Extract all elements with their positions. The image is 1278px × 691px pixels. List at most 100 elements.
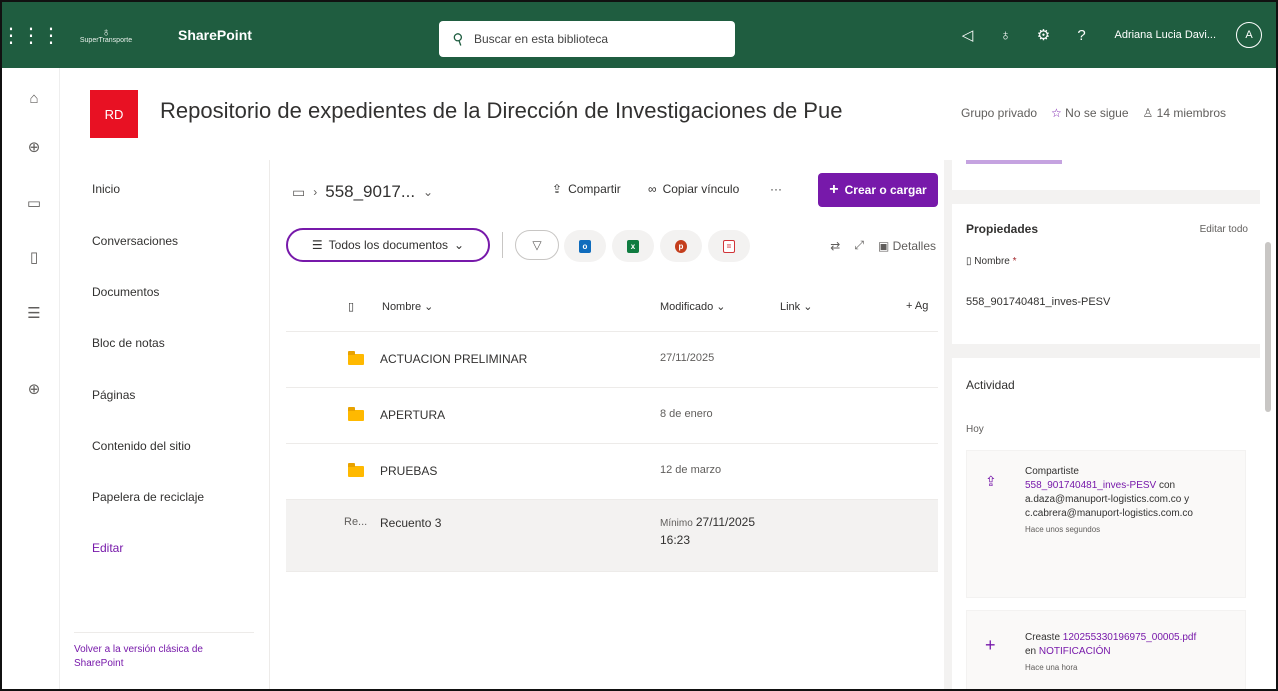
row-modified: Mínimo 27/11/2025 16:23 — [660, 514, 755, 549]
news-icon[interactable]: ▭ — [26, 194, 42, 212]
properties-title: Propiedades — [966, 222, 1039, 236]
scrollbar-thumb[interactable] — [1265, 242, 1271, 412]
suite-bar: ⋮⋮⋮ ♁ SuperTransporte SharePoint ⚲ Busca… — [2, 2, 1276, 68]
details-button[interactable]: ▣ Detalles — [878, 239, 936, 253]
file-list-header: ▯ Nombre ⌄ Modificado ⌄ Link ⌄ + Ag — [286, 284, 938, 332]
modified-date: 27/11/2025 — [695, 515, 756, 529]
info-panel-icon: ▣ — [877, 238, 890, 253]
modified-label: Mínimo — [660, 518, 693, 529]
avatar[interactable]: A — [1236, 22, 1262, 48]
activity-today-label: Hoy — [966, 424, 984, 435]
site-logo[interactable]: RD — [90, 90, 138, 138]
nav-item-inicio[interactable]: Inicio — [92, 182, 120, 196]
table-row[interactable]: PRUEBAS 12 de marzo — [286, 444, 938, 500]
search-icon: ⚲ — [450, 29, 467, 50]
details-label: Detalles — [892, 238, 936, 253]
file-icon[interactable]: ▯ — [26, 248, 42, 266]
chevron-down-icon[interactable]: ⌄ — [423, 185, 433, 199]
folder-icon — [348, 463, 364, 477]
row-name[interactable]: ACTUACION PRELIMINAR — [380, 352, 527, 366]
brand-symbol-icon: ♁ — [101, 24, 111, 39]
pdf-filter-chip[interactable]: = — [708, 230, 750, 262]
table-row-selected[interactable]: Re... Recuento 3 Mínimo 27/11/2025 16:23 — [286, 500, 938, 572]
column-name-label: Nombre — [382, 301, 422, 313]
activity-title: Actividad — [966, 378, 1015, 392]
plus-icon: + — [985, 635, 996, 655]
row-modified: 12 de marzo — [660, 464, 722, 476]
row-name[interactable]: APERTURA — [380, 408, 445, 422]
add-column-button[interactable]: + Ag — [906, 300, 928, 312]
help-icon[interactable]: ? — [1073, 27, 1091, 44]
row-name[interactable]: Recuento 3 — [380, 516, 441, 530]
expand-icon[interactable]: ⤢ — [854, 238, 864, 253]
view-tools: ⇄ ⤢ ▣ Detalles — [830, 238, 936, 253]
activity-file-link[interactable]: 558_901740481_inves-PESV — [1025, 480, 1156, 491]
file-type-icon[interactable]: ▯ — [348, 300, 354, 313]
breadcrumb: ▭ › 558_9017... ⌄ — [292, 182, 433, 202]
nav-item-contenido-del-sitio[interactable]: Contenido del sitio — [92, 439, 191, 453]
view-label: Todos los documentos — [328, 238, 449, 252]
activity-item: + Creaste 120255330196975_00005.pdf en N… — [966, 610, 1246, 689]
details-top-card — [952, 160, 1262, 190]
table-row[interactable]: ACTUACION PRELIMINAR 27/11/2025 — [286, 332, 938, 388]
accent-line — [966, 160, 1062, 164]
lightbulb-icon[interactable]: ♁ — [997, 27, 1015, 44]
nav-item-documentos[interactable]: Documentos — [92, 285, 159, 299]
activity-verb: Creaste — [1025, 632, 1061, 643]
filter-button[interactable]: ▽ — [515, 230, 559, 260]
nav-edit-link[interactable]: Editar — [92, 541, 123, 555]
breadcrumb-current[interactable]: 558_9017... — [325, 182, 415, 202]
column-header-link[interactable]: Link ⌄ — [780, 300, 812, 313]
search-box[interactable]: ⚲ Buscar en esta biblioteca — [439, 21, 735, 57]
share-button[interactable]: ⇪ Compartir — [552, 182, 621, 196]
powerpoint-filter-chip[interactable]: p — [660, 230, 702, 262]
outlook-filter-chip[interactable]: o — [564, 230, 606, 262]
nav-item-bloc-de-notas[interactable]: Bloc de notas — [92, 336, 165, 350]
document-icon: ▯ — [966, 256, 972, 267]
activity-text: Creaste 120255330196975_00005.pdf en NOT… — [1025, 631, 1239, 675]
app-name[interactable]: SharePoint — [178, 27, 252, 43]
nav-item-paginas[interactable]: Páginas — [92, 388, 135, 402]
follow-button[interactable]: ☆ No se sigue — [1051, 106, 1128, 120]
activity-time: Hace unos segundos — [1025, 525, 1101, 534]
members-button[interactable]: ♙ 14 miembros — [1143, 106, 1226, 120]
nav-item-conversaciones[interactable]: Conversaciones — [92, 234, 178, 248]
edit-all-link[interactable]: Editar todo — [1200, 224, 1248, 235]
column-header-name[interactable]: Nombre ⌄ — [382, 300, 433, 313]
follow-label: No se sigue — [1065, 106, 1129, 120]
sort-swap-icon[interactable]: ⇄ — [830, 239, 840, 253]
folder-outline-icon: ▭ — [292, 183, 306, 200]
classic-view-link[interactable]: Volver a la versión clásica de SharePoin… — [74, 632, 254, 671]
user-name[interactable]: Adriana Lucia Davi... — [1115, 29, 1217, 41]
activity-file-link[interactable]: 120255330196975_00005.pdf — [1063, 632, 1196, 643]
site-meta: Grupo privado ☆ No se sigue ♙ 14 miembro… — [961, 106, 1226, 120]
nav-item-papelera[interactable]: Papelera de reciclaje — [92, 490, 204, 504]
brand-logo[interactable]: ♁ SuperTransporte — [70, 24, 142, 44]
document-library: ▭ › 558_9017... ⌄ ⇪ Compartir ∞ Copiar v… — [270, 160, 944, 689]
gear-icon[interactable]: ⚙ — [1035, 26, 1053, 44]
more-actions-button[interactable]: ··· — [770, 182, 782, 196]
row-name[interactable]: PRUEBAS — [380, 464, 437, 478]
app-launcher-icon[interactable]: ⋮⋮⋮ — [2, 2, 61, 68]
create-upload-button[interactable]: + Crear o cargar — [818, 173, 938, 207]
excel-filter-chip[interactable]: x — [612, 230, 654, 262]
activity-connector: en — [1025, 646, 1037, 657]
pdf-icon: = — [723, 239, 735, 253]
activity-folder-link[interactable]: NOTIFICACIÓN — [1039, 646, 1111, 657]
table-row[interactable]: APERTURA 8 de enero — [286, 388, 938, 444]
add-circle-icon[interactable]: ⊕ — [26, 380, 42, 398]
name-label-text: Nombre — [974, 256, 1010, 267]
database-icon[interactable]: ☰ — [26, 304, 42, 322]
column-header-modified[interactable]: Modificado ⌄ — [660, 300, 725, 313]
globe-icon[interactable]: ⊕ — [26, 138, 42, 156]
create-label: Crear o cargar — [844, 183, 927, 197]
folder-icon — [348, 351, 364, 365]
name-property-value[interactable]: 558_901740481_inves-PESV — [966, 296, 1110, 308]
home-icon[interactable]: ⌂ — [26, 90, 42, 107]
view-selector[interactable]: ☰ Todos los documentos ⌄ — [286, 228, 490, 262]
column-modified-label: Modificado — [660, 301, 714, 313]
plus-icon: + — [829, 181, 839, 198]
copy-link-button[interactable]: ∞ Copiar vínculo — [648, 182, 739, 196]
megaphone-icon[interactable]: ◁ — [959, 26, 977, 44]
details-scrollbar[interactable] — [1260, 160, 1276, 689]
